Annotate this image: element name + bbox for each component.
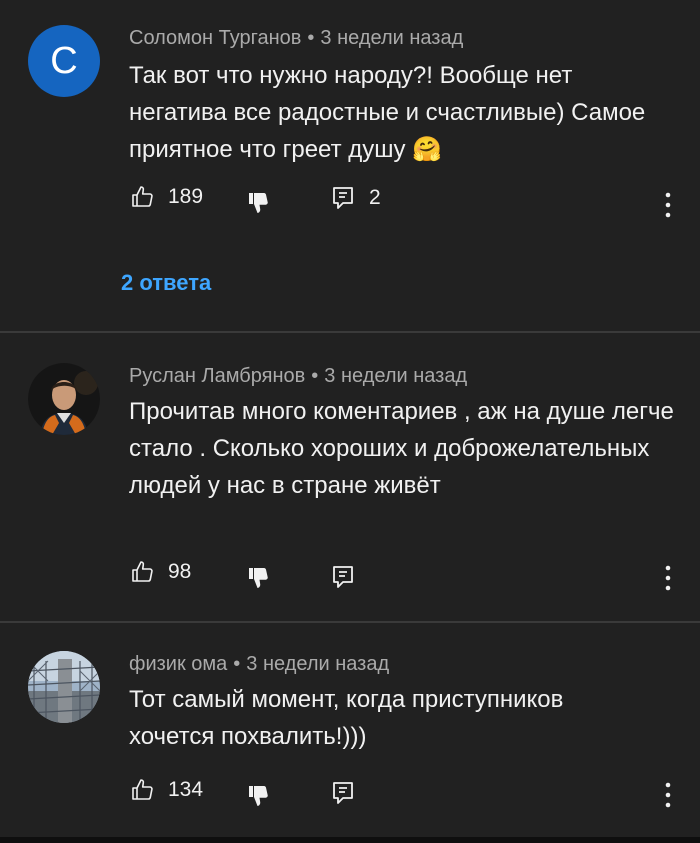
comment-3: физик ома • 3 недели назад Тот самый момен… [0,623,700,837]
avatar[interactable] [28,651,100,723]
meta-separator: • [233,653,241,675]
comment-text: Тот самый момент, когда приступников хоч… [129,681,649,755]
more-options-button[interactable] [660,564,676,597]
more-vertical-icon [665,192,671,218]
like-count: 189 [168,185,204,208]
reply-button[interactable] [331,780,355,806]
author-name[interactable]: Руслан Ламбрянов [129,365,305,387]
avatar-letter: С [50,39,78,82]
comment-meta: Руслан Ламбрянов • 3 недели назад [129,365,467,388]
comment-icon [333,566,353,588]
comment-body: Прочитав много коментариев , аж на душе … [129,398,674,499]
like-button[interactable]: 98 [130,560,191,584]
meta-separator: • [307,27,315,49]
thumbs-down-icon [249,568,268,588]
person-avatar-icon [28,363,100,435]
thumbs-down-icon [249,786,268,806]
comment-actions: 98 [0,560,700,596]
comment-text: Так вот что нужно народу?! Вообще нет не… [129,57,674,168]
comment-body: Так вот что нужно народу?! Вообще нет не… [129,62,646,163]
comment-actions: 134 [0,778,700,814]
comment-meta: Соломон Турганов • 3 недели назад [129,27,463,50]
comment-2: Руслан Ламбрянов • 3 недели назад Прочитав… [0,333,700,621]
comment-icon [333,782,353,804]
like-count: 134 [168,778,204,801]
dislike-button[interactable] [246,784,270,808]
like-button[interactable]: 189 [130,185,203,209]
author-name[interactable]: физик ома [129,653,227,675]
more-options-button[interactable] [660,781,676,814]
more-options-button[interactable] [660,191,676,224]
dislike-button[interactable] [246,191,270,215]
thumbs-up-icon [132,779,153,800]
reply-button[interactable]: 2 [331,185,381,211]
comment-icon [333,187,353,209]
comment-1: С Соломон Турганов • 3 недели назад Так во… [0,0,700,330]
fence-avatar-icon [28,651,100,723]
more-vertical-icon [665,565,671,591]
comment-body: Тот самый момент, когда приступников хоч… [129,686,564,750]
author-name[interactable]: Соломон Турганов [129,27,301,49]
avatar[interactable]: С [28,25,100,97]
more-vertical-icon [665,782,671,808]
like-button[interactable]: 134 [130,778,203,802]
thumbs-up-icon [132,186,153,207]
dislike-button[interactable] [246,566,270,590]
avatar[interactable] [28,363,100,435]
comment-text: Прочитав много коментариев , аж на душе … [129,393,674,504]
like-count: 98 [168,560,192,583]
timestamp[interactable]: 3 недели назад [324,365,467,387]
divider [0,837,700,843]
thumbs-up-icon [132,561,153,582]
hugging-face-emoji-icon: 🤗 [412,136,443,163]
timestamp[interactable]: 3 недели назад [320,27,463,49]
view-replies-link[interactable]: 2 ответа [121,270,211,296]
reply-button[interactable] [331,564,355,590]
meta-separator: • [311,365,319,387]
timestamp[interactable]: 3 недели назад [246,653,389,675]
thumbs-down-icon [249,193,268,213]
reply-count: 2 [369,186,381,209]
comment-meta: физик ома • 3 недели назад [129,653,389,676]
comment-actions: 189 2 [0,185,700,221]
